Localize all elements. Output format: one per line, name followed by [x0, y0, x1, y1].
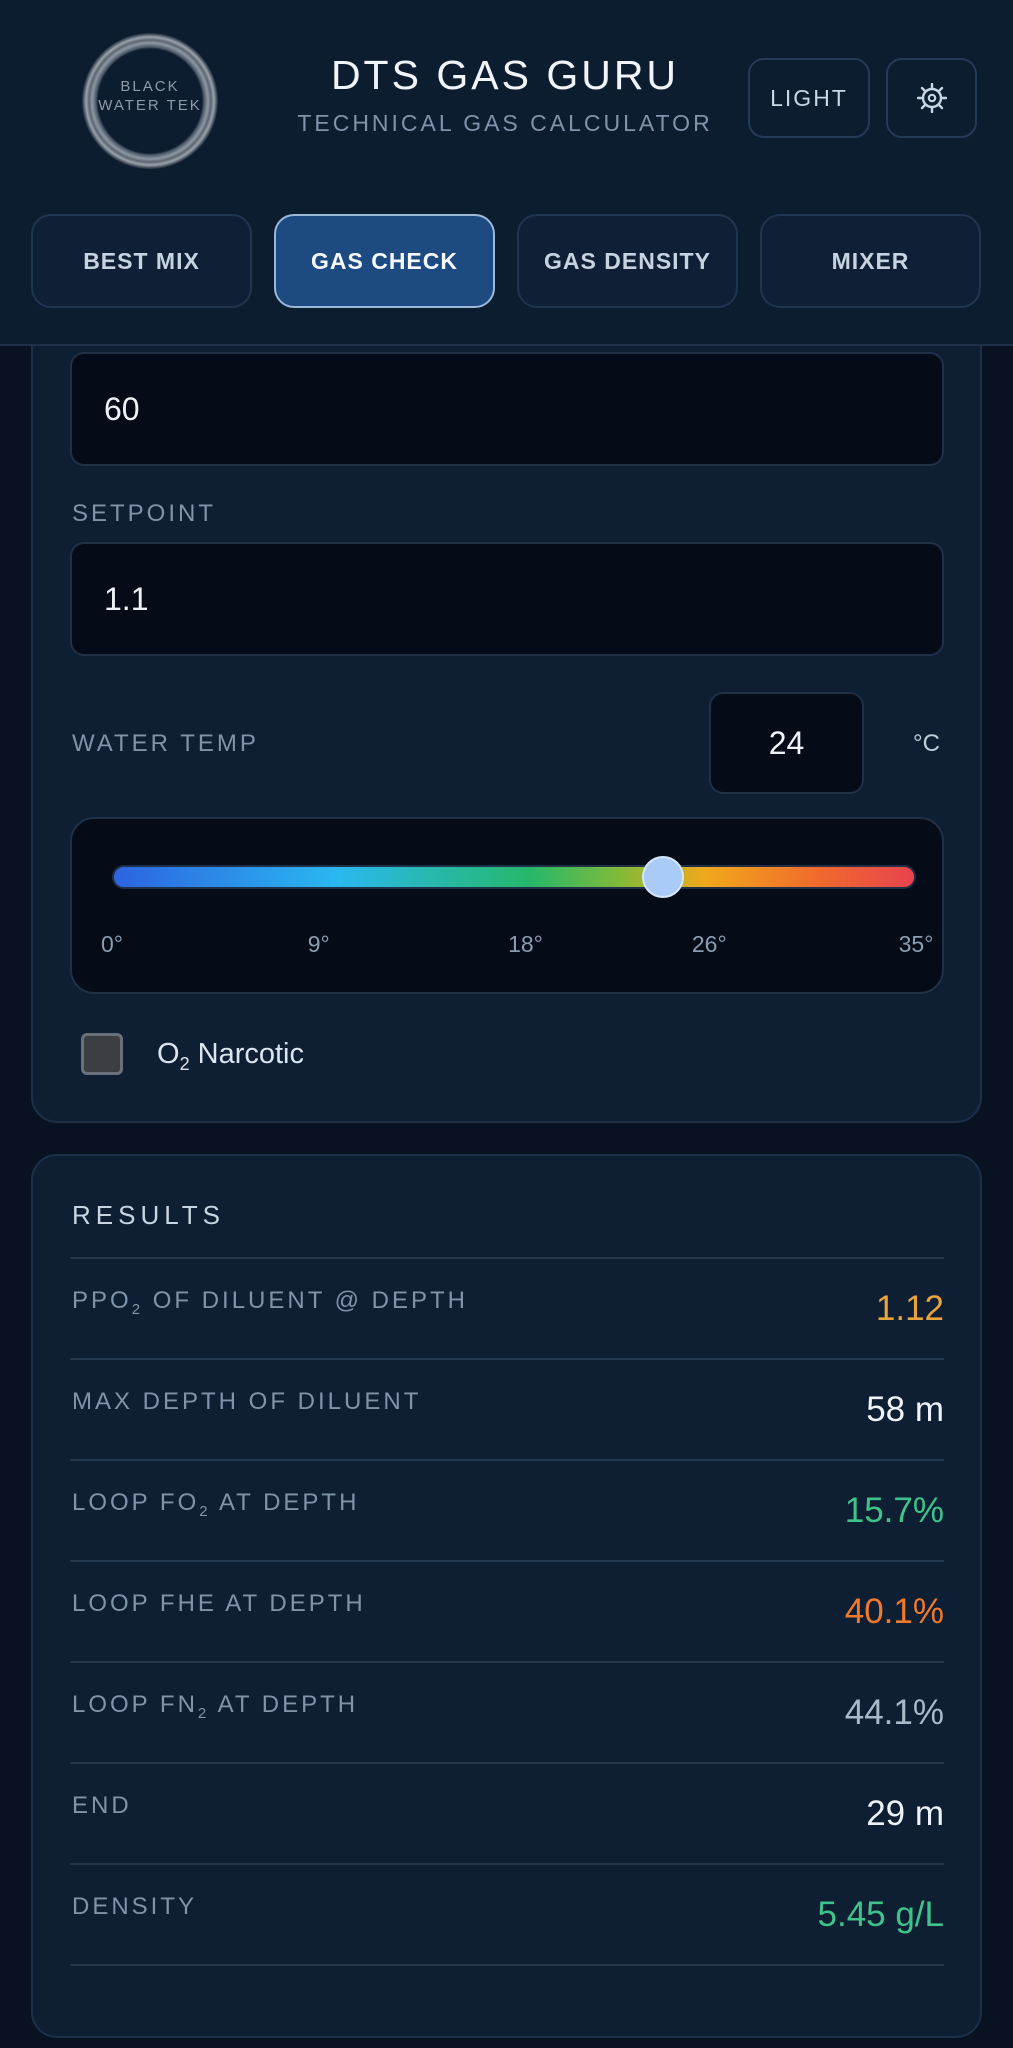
result-value: 15.7% — [844, 1491, 944, 1530]
tab-best-mix[interactable]: BEST MIX — [31, 214, 252, 308]
calculator-tabs: BEST MIX GAS CHECK GAS DENSITY MIXER — [31, 214, 982, 308]
depth-input-value: 60 — [104, 390, 140, 427]
result-value: 44.1% — [844, 1693, 944, 1732]
app-title: DTS GAS GURU — [330, 52, 680, 98]
water-temp-input[interactable]: 24 — [709, 692, 864, 794]
result-value: 40.1% — [844, 1592, 944, 1631]
result-row-density: DENSITY 5.45 g/L — [70, 1865, 944, 1966]
water-temp-slider-thumb[interactable] — [642, 856, 685, 898]
result-row-loop-fo2: LOOP FO2 AT DEPTH 15.7% — [70, 1461, 944, 1562]
setpoint-label: SETPOINT — [72, 500, 217, 527]
setpoint-input-value: 1.1 — [104, 580, 149, 617]
result-label: MAX DEPTH OF DILUENT — [72, 1388, 422, 1415]
o2-narcotic-label-sub: 2 — [179, 1053, 190, 1074]
gear-icon — [916, 83, 947, 113]
result-value: 29 m — [866, 1794, 944, 1833]
water-temp-unit: °C — [913, 730, 940, 757]
water-temp-slider-track[interactable] — [112, 865, 916, 889]
result-value: 5.45 g/L — [817, 1895, 945, 1934]
tab-gas-check[interactable]: GAS CHECK — [274, 214, 495, 308]
result-label: PPO2 OF DILUENT @ DEPTH — [72, 1287, 468, 1318]
result-row-end: END 29 m — [70, 1764, 944, 1865]
slider-tick-label: 9° — [307, 931, 330, 957]
slider-tick-label: 18° — [508, 931, 543, 957]
settings-button[interactable] — [886, 58, 977, 138]
o2-narcotic-label-main: O — [157, 1038, 180, 1070]
tab-gas-density[interactable]: GAS DENSITY — [517, 214, 738, 308]
gas-check-input-card: 60 SETPOINT 1.1 WATER TEMP 24 °C 0° 9° 1… — [31, 300, 982, 1123]
o2-narcotic-label-suffix: Narcotic — [189, 1038, 304, 1070]
light-theme-button[interactable]: LIGHT — [748, 58, 870, 138]
results-card: RESULTS PPO2 OF DILUENT @ DEPTH 1.12 MAX… — [31, 1154, 982, 2038]
result-label: LOOP FHE AT DEPTH — [72, 1590, 366, 1617]
slider-tick-label: 26° — [691, 931, 727, 957]
app-header: BLACK WATER TEK DTS GAS GURU TECHNICAL GA… — [0, 0, 1013, 346]
tab-mixer[interactable]: MIXER — [760, 214, 981, 308]
result-label: LOOP FO2 AT DEPTH — [72, 1489, 360, 1520]
result-label: END — [72, 1792, 132, 1819]
water-temp-value: 24 — [768, 724, 805, 761]
water-temp-label: WATER TEMP — [72, 730, 259, 757]
app-page: 60 SETPOINT 1.1 WATER TEMP 24 °C 0° 9° 1… — [0, 0, 1013, 2048]
setpoint-input[interactable]: 1.1 — [70, 542, 944, 656]
water-temp-slider-panel: 0° 9° 18° 26° 35° — [70, 817, 944, 994]
slider-tick-label: 35° — [898, 931, 934, 957]
o2-narcotic-checkbox[interactable] — [81, 1033, 123, 1075]
result-label: DENSITY — [72, 1893, 198, 1920]
result-row-loop-fhe: LOOP FHE AT DEPTH 40.1% — [70, 1562, 944, 1663]
app-subtitle: TECHNICAL GAS CALCULATOR — [297, 110, 713, 136]
result-value: 58 m — [866, 1390, 944, 1429]
slider-tick-label: 0° — [101, 931, 123, 957]
result-row-loop-fn2: LOOP FN2 AT DEPTH 44.1% — [70, 1663, 944, 1764]
result-row-max-depth: MAX DEPTH OF DILUENT 58 m — [70, 1360, 944, 1461]
depth-input[interactable]: 60 — [70, 352, 944, 466]
result-label: LOOP FN2 AT DEPTH — [72, 1691, 359, 1722]
result-value: 1.12 — [875, 1289, 944, 1328]
results-title: RESULTS — [72, 1200, 225, 1230]
logo-text: BLACK WATER TEK — [98, 78, 202, 114]
black-water-tek-logo: BLACK WATER TEK — [82, 33, 218, 169]
result-row-ppo2: PPO2 OF DILUENT @ DEPTH 1.12 — [70, 1259, 944, 1360]
o2-narcotic-label[interactable]: O2 Narcotic — [157, 1038, 304, 1075]
